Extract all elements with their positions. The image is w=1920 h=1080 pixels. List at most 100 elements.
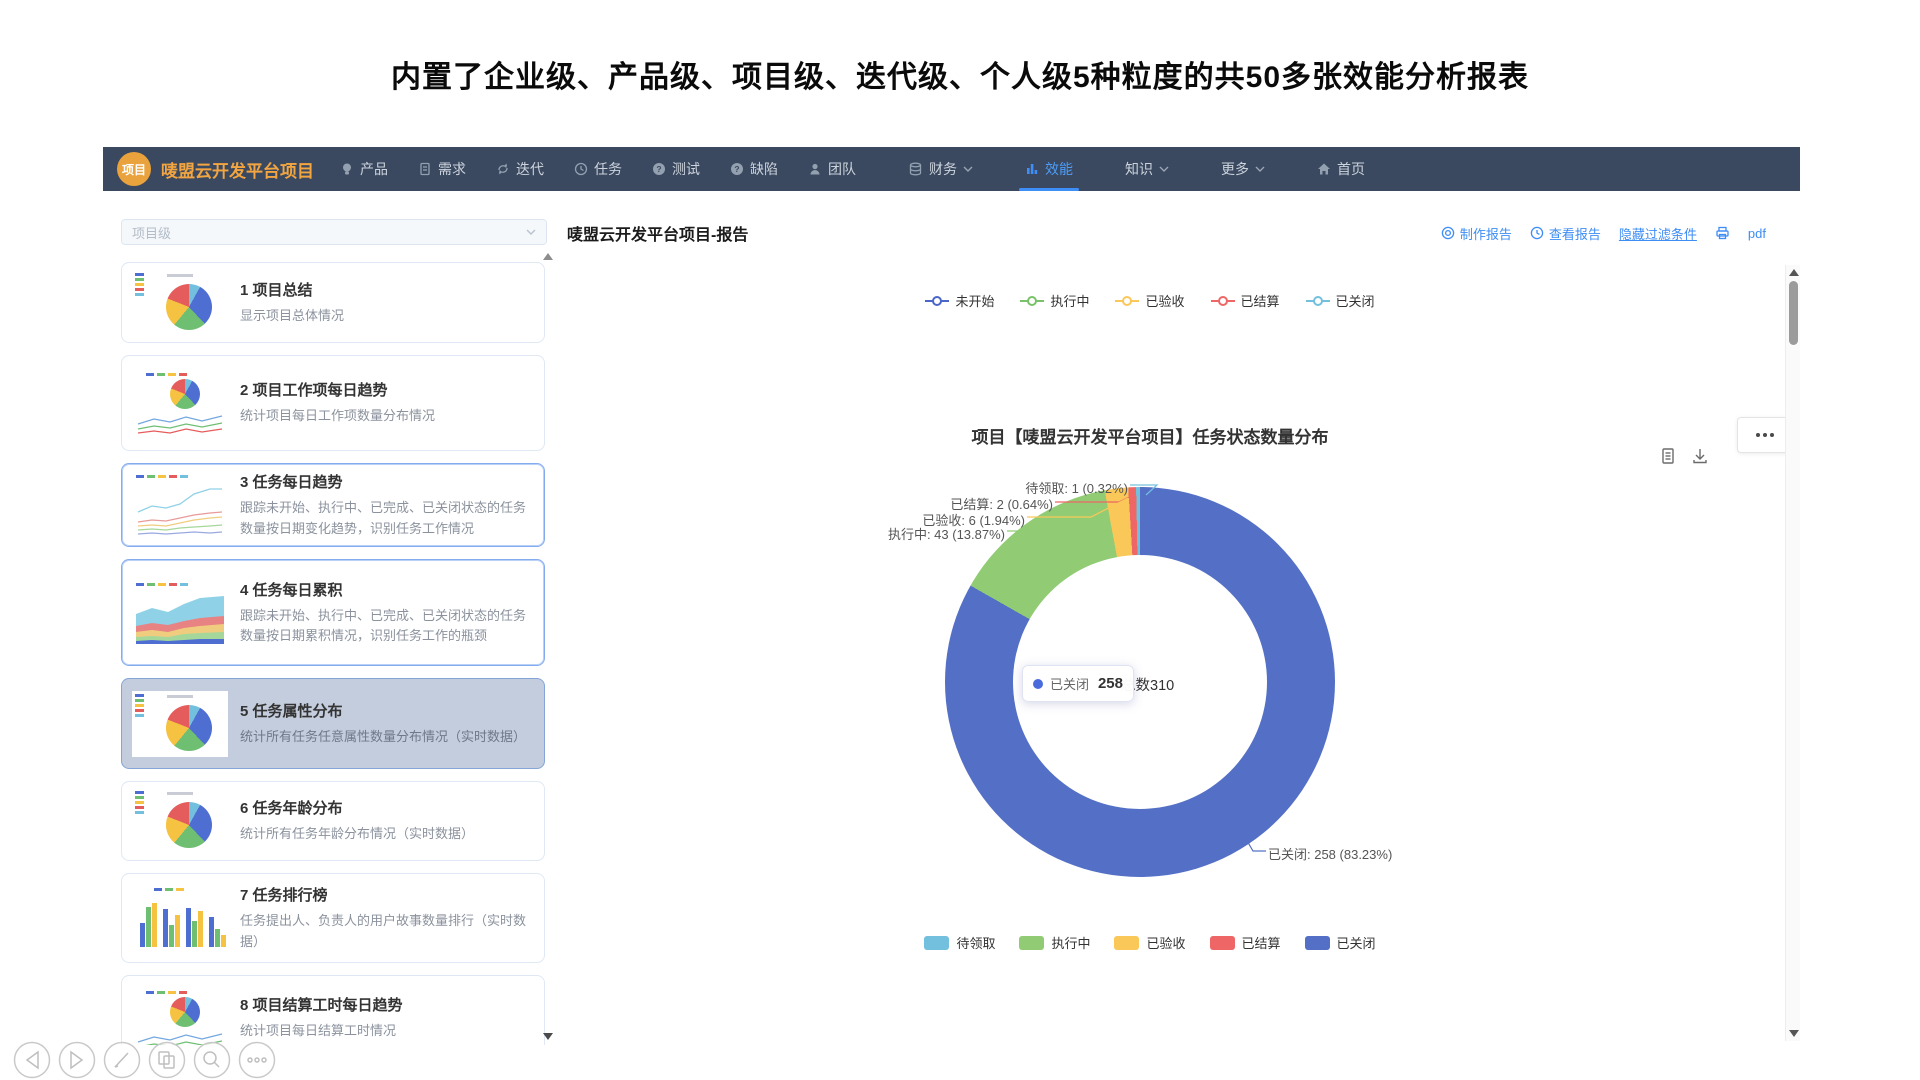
main-scrollbar[interactable] bbox=[1785, 265, 1800, 1041]
nav-item-test[interactable]: ? 测试 bbox=[652, 147, 700, 191]
bar-chart-icon bbox=[1025, 162, 1039, 176]
nav-label: 产品 bbox=[360, 159, 388, 179]
legend-label: 未开始 bbox=[955, 291, 994, 310]
nav-label: 缺陷 bbox=[750, 159, 778, 179]
legend-item-settled[interactable]: 已结算 bbox=[1211, 291, 1280, 310]
target-icon bbox=[1441, 226, 1455, 240]
legend-label: 已关闭 bbox=[1337, 933, 1376, 952]
report-thumbnail-pie-line bbox=[132, 988, 228, 1045]
sidebar-scroll-down-arrow[interactable] bbox=[543, 1033, 553, 1040]
nav-label: 团队 bbox=[828, 159, 856, 179]
line-marker-icon bbox=[1115, 296, 1139, 306]
nav-item-defect[interactable]: ? 缺陷 bbox=[730, 147, 778, 191]
legend-item-pending[interactable]: 待领取 bbox=[924, 933, 995, 952]
report-thumbnail-pie bbox=[132, 270, 228, 336]
cycle-icon bbox=[496, 162, 510, 176]
legend-item-closed[interactable]: 已关闭 bbox=[1306, 291, 1375, 310]
svg-text:?: ? bbox=[734, 164, 739, 174]
report-card-title: 8 项目结算工时每日趋势 bbox=[240, 994, 534, 1015]
scrollbar-thumb[interactable] bbox=[1789, 281, 1798, 345]
chevron-down-icon bbox=[1255, 166, 1265, 172]
report-content: 唛盟云开发平台项目-报告 制作报告 查看报告 隐藏过滤条件 bbox=[559, 191, 1800, 1045]
legend-label: 已关闭 bbox=[1336, 291, 1375, 310]
legend-label: 已验收 bbox=[1146, 933, 1185, 952]
legend-item-accepted[interactable]: 已验收 bbox=[1115, 291, 1184, 310]
report-card-2[interactable]: 2 项目工作项每日趋势 统计项目每日工作项数量分布情况 bbox=[121, 355, 545, 451]
report-card-4[interactable]: 4 任务每日累积 跟踪未开始、执行中、已完成、已关闭状态的任务数量按日期累积情况… bbox=[121, 559, 545, 666]
svg-text:?: ? bbox=[656, 164, 661, 174]
nav-menu: 产品 需求 迭代 任务 ? 测试 bbox=[340, 147, 1365, 191]
home-icon bbox=[1317, 162, 1331, 176]
view-report-label: 查看报告 bbox=[1549, 224, 1601, 243]
hide-filter-link[interactable]: 隐藏过滤条件 bbox=[1619, 224, 1697, 243]
report-card-title: 3 任务每日趋势 bbox=[240, 471, 534, 492]
report-card-desc: 任务提出人、负责人的用户故事数量排行（实时数据） bbox=[240, 911, 534, 951]
legend-item-in-progress[interactable]: 执行中 bbox=[1020, 291, 1089, 310]
nav-item-iteration[interactable]: 迭代 bbox=[496, 147, 544, 191]
legend-item-not-started[interactable]: 未开始 bbox=[925, 291, 994, 310]
nav-item-requirement[interactable]: 需求 bbox=[418, 147, 466, 191]
nav-item-team[interactable]: 团队 bbox=[808, 147, 856, 191]
create-report-link[interactable]: 制作报告 bbox=[1441, 224, 1512, 243]
legend-item-settled[interactable]: 已结算 bbox=[1210, 933, 1281, 952]
presentation-controls bbox=[6, 1038, 286, 1080]
print-button[interactable] bbox=[1715, 226, 1730, 240]
nav-item-product[interactable]: 产品 bbox=[340, 147, 388, 191]
nav-item-more[interactable]: 更多 bbox=[1221, 147, 1265, 191]
next-slide-button[interactable] bbox=[60, 1043, 95, 1078]
slides-overview-button[interactable] bbox=[150, 1043, 185, 1078]
report-card-5-selected[interactable]: 5 任务属性分布 统计所有任务任意属性数量分布情况（实时数据） bbox=[121, 678, 545, 769]
database-icon bbox=[908, 162, 923, 176]
nav-item-knowledge[interactable]: 知识 bbox=[1125, 147, 1169, 191]
report-card-7[interactable]: 7 任务排行榜 任务提出人、负责人的用户故事数量排行（实时数据） bbox=[121, 873, 545, 963]
tooltip-series-dot bbox=[1033, 679, 1043, 689]
legend-swatch bbox=[1114, 936, 1139, 950]
pdf-link[interactable]: pdf bbox=[1748, 226, 1766, 241]
nav-label: 任务 bbox=[594, 159, 622, 179]
app-window: 项目 唛盟云开发平台项目 产品 需求 迭代 任务 bbox=[103, 147, 1800, 1045]
legend-label: 待领取 bbox=[956, 933, 995, 952]
report-card-desc: 统计项目每日工作项数量分布情况 bbox=[240, 406, 534, 426]
report-card-title: 2 项目工作项每日趋势 bbox=[240, 379, 534, 400]
scroll-down-arrow[interactable] bbox=[1789, 1030, 1799, 1037]
scroll-up-arrow[interactable] bbox=[1789, 269, 1799, 276]
nav-label: 效能 bbox=[1045, 159, 1073, 179]
legend-item-closed[interactable]: 已关闭 bbox=[1305, 933, 1376, 952]
callout-closed: 已关闭: 258 (83.23%) bbox=[1268, 844, 1392, 863]
nav-label: 财务 bbox=[929, 159, 957, 179]
report-card-1[interactable]: 1 项目总结 显示项目总体情况 bbox=[121, 262, 545, 343]
report-level-select[interactable]: 项目级 bbox=[121, 219, 547, 245]
legend-item-accepted[interactable]: 已验收 bbox=[1114, 933, 1185, 952]
view-report-link[interactable]: 查看报告 bbox=[1530, 224, 1601, 243]
question-circle-icon: ? bbox=[652, 162, 666, 176]
nav-item-home[interactable]: 首页 bbox=[1317, 147, 1365, 191]
nav-item-finance[interactable]: 财务 bbox=[908, 147, 973, 191]
page-title: 内置了企业级、产品级、项目级、迭代级、个人级5种粒度的共50多张效能分析报表 bbox=[0, 52, 1920, 96]
report-card-8[interactable]: 8 项目结算工时每日趋势 统计项目每日结算工时情况 bbox=[121, 975, 545, 1045]
nav-item-performance[interactable]: 效能 bbox=[1025, 147, 1073, 191]
zoom-button[interactable] bbox=[195, 1043, 230, 1078]
legend-item-in-progress[interactable]: 执行中 bbox=[1019, 933, 1090, 952]
callout-inprogress: 执行中: 43 (13.87%) bbox=[888, 524, 1005, 543]
report-card-3[interactable]: 3 任务每日趋势 跟踪未开始、执行中、已完成、已关闭状态的任务数量按日期变化趋势… bbox=[121, 463, 545, 547]
prev-slide-button[interactable] bbox=[15, 1043, 50, 1078]
data-view-icon[interactable] bbox=[1659, 447, 1677, 465]
chart-tooltip: 已关闭 258 bbox=[1022, 665, 1134, 702]
report-card-title: 1 项目总结 bbox=[240, 279, 534, 300]
report-card-title: 5 任务属性分布 bbox=[240, 700, 534, 721]
download-icon[interactable] bbox=[1691, 447, 1709, 465]
sidebar-scroll-up-arrow[interactable] bbox=[543, 253, 553, 260]
report-thumbnail-pie bbox=[132, 691, 228, 757]
report-card-desc: 统计所有任务任意属性数量分布情况（实时数据） bbox=[240, 727, 534, 747]
more-controls-button[interactable] bbox=[240, 1043, 275, 1078]
annotate-button[interactable] bbox=[105, 1043, 140, 1078]
legend-label: 执行中 bbox=[1050, 291, 1089, 310]
report-card-desc: 跟踪未开始、执行中、已完成、已关闭状态的任务数量按日期累积情况，识别任务工作的瓶… bbox=[240, 606, 534, 646]
donut-legend: 待领取 执行中 已验收 已结算 已关闭 bbox=[559, 933, 1741, 952]
nav-item-task[interactable]: 任务 bbox=[574, 147, 622, 191]
tooltip-series-name: 已关闭 bbox=[1050, 674, 1089, 693]
hide-filter-label: 隐藏过滤条件 bbox=[1619, 224, 1697, 243]
report-card-6[interactable]: 6 任务年龄分布 统计所有任务年龄分布情况（实时数据） bbox=[121, 781, 545, 861]
legend-label: 已结算 bbox=[1242, 933, 1281, 952]
tooltip-series-value: 258 bbox=[1098, 675, 1123, 692]
